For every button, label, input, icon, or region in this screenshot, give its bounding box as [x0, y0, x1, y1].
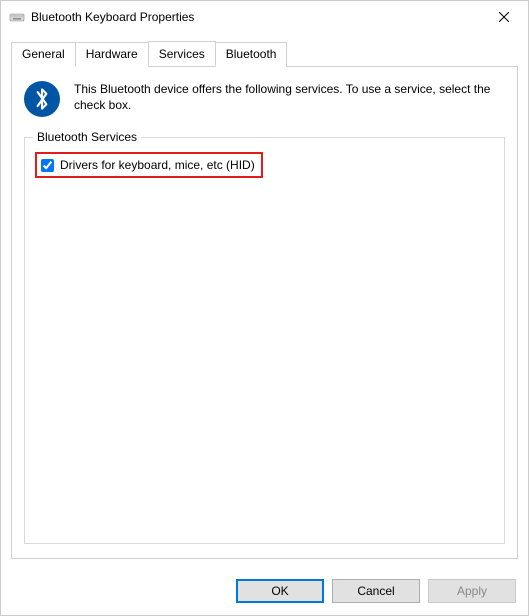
bluetooth-icon — [24, 81, 60, 117]
info-text: This Bluetooth device offers the followi… — [74, 81, 505, 113]
tab-services[interactable]: Services — [148, 41, 216, 66]
window-title: Bluetooth Keyboard Properties — [31, 10, 481, 24]
service-highlight: Drivers for keyboard, mice, etc (HID) — [35, 152, 263, 178]
tab-hardware[interactable]: Hardware — [75, 42, 149, 67]
apply-button[interactable]: Apply — [428, 579, 516, 603]
cancel-button[interactable]: Cancel — [332, 579, 420, 603]
tab-bluetooth[interactable]: Bluetooth — [215, 42, 288, 67]
service-hid-checkbox[interactable] — [41, 159, 54, 172]
close-icon — [499, 9, 509, 25]
tab-general[interactable]: General — [11, 42, 76, 67]
service-hid-checkbox-row: Drivers for keyboard, mice, etc (HID) — [41, 158, 255, 172]
bluetooth-services-group: Bluetooth Services Drivers for keyboard,… — [24, 137, 505, 544]
properties-dialog: Bluetooth Keyboard Properties General Ha… — [0, 0, 529, 616]
service-hid-label[interactable]: Drivers for keyboard, mice, etc (HID) — [60, 158, 255, 172]
info-row: This Bluetooth device offers the followi… — [24, 81, 505, 117]
keyboard-icon — [9, 9, 25, 25]
tab-strip: General Hardware Services Bluetooth — [11, 42, 518, 67]
services-panel: This Bluetooth device offers the followi… — [11, 66, 518, 559]
group-legend: Bluetooth Services — [33, 130, 141, 144]
ok-button[interactable]: OK — [236, 579, 324, 603]
titlebar: Bluetooth Keyboard Properties — [1, 1, 528, 33]
dialog-body: General Hardware Services Bluetooth This… — [1, 33, 528, 569]
dialog-footer: OK Cancel Apply — [1, 569, 528, 615]
close-button[interactable] — [481, 2, 526, 32]
